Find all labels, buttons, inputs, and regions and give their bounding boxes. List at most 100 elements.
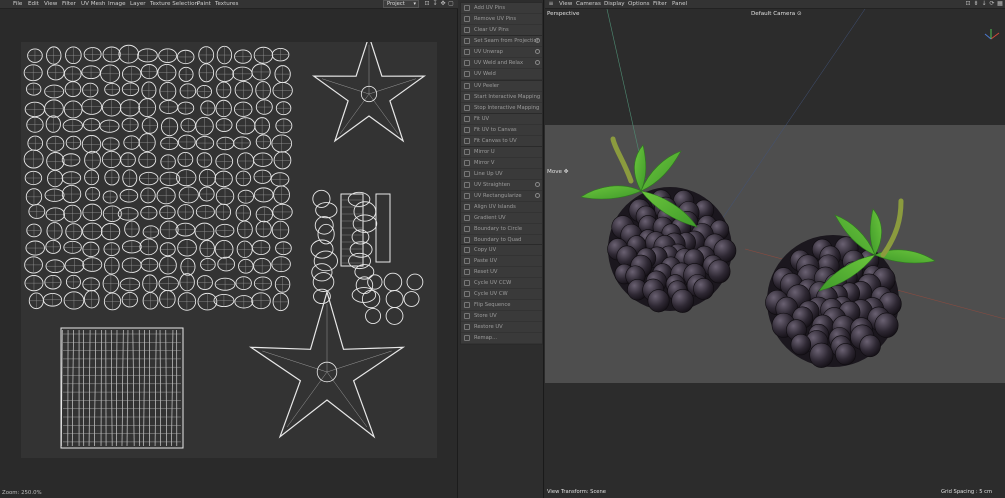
command-icon (464, 94, 470, 100)
gear-icon[interactable] (535, 60, 540, 65)
command-item[interactable]: Start Interactive Mapping (461, 92, 542, 103)
command-icon (464, 335, 470, 341)
gizmo-x-axis (990, 32, 1000, 40)
command-icon (464, 127, 470, 133)
command-icon (464, 226, 470, 232)
uv-canvas[interactable] (21, 42, 437, 458)
uv-island (403, 291, 420, 307)
move-icon[interactable]: ✥ (440, 1, 446, 7)
command-label: Reset UV (474, 269, 498, 275)
command-item[interactable]: Fit UV (461, 114, 542, 125)
command-item[interactable]: Reset UV (461, 267, 542, 278)
project-select[interactable]: Project ▾ (383, 0, 419, 8)
command-item[interactable]: UV Weld and Relax (461, 58, 542, 69)
gear-icon[interactable] (535, 193, 540, 198)
command-icon (464, 38, 470, 44)
command-label: Line Up UV (474, 171, 503, 177)
command-item[interactable]: Remap... (461, 333, 542, 344)
command-item[interactable]: Mirror V (461, 158, 542, 169)
menu-layer[interactable]: Layer (130, 1, 146, 7)
uv-edge (159, 329, 161, 447)
command-item[interactable]: Flip Sequence (461, 300, 542, 311)
command-item[interactable]: Fit UV to Canvas (461, 125, 542, 136)
minimize-icon[interactable]: ⇟ (973, 1, 979, 7)
move-icon: ✥ (563, 169, 569, 175)
command-label: Gradient UV (474, 215, 506, 221)
menu-edit[interactable]: Edit (28, 1, 39, 7)
command-item[interactable]: Line Up UV (461, 169, 542, 180)
command-group: Add UV Pins Remove UV Pins Clear UV Pins (460, 2, 543, 37)
uv-island (312, 189, 331, 208)
sync-icon[interactable]: ⟳ (989, 1, 995, 7)
command-item[interactable]: UV Weld (461, 69, 542, 80)
menu-image[interactable]: Image (108, 1, 126, 7)
command-item[interactable]: UV Rectangularize (461, 191, 542, 202)
download-icon[interactable]: ↧ (432, 1, 438, 7)
command-item[interactable]: Mirror U (461, 147, 542, 158)
command-item[interactable]: UV Straighten (461, 180, 542, 191)
view-menu-icon[interactable]: ≡ (548, 1, 554, 7)
gear-icon[interactable] (535, 182, 540, 187)
command-label: Cycle UV CCW (474, 280, 512, 286)
command-group: Copy UV Paste UV Reset UV Cycle UV CCW Cycle… (460, 244, 543, 345)
uv-edge (126, 329, 129, 447)
grid-icon[interactable]: ▦ (997, 1, 1003, 7)
menu-file[interactable]: File (13, 1, 22, 7)
uv-editor-panel: File Edit View Filter UV Mesh Image Laye… (0, 0, 458, 498)
maximize-icon[interactable]: ⊡ (965, 1, 971, 7)
gear-icon[interactable] (535, 49, 540, 54)
menu-paint[interactable]: Paint (197, 1, 211, 7)
command-item[interactable]: UV Unwrap (461, 47, 542, 58)
menu-vp-filter[interactable]: Filter (653, 1, 667, 7)
command-icon (464, 49, 470, 55)
drupelet (671, 289, 694, 313)
command-item[interactable]: Paste UV (461, 256, 542, 267)
command-label: Remove UV Pins (474, 16, 517, 22)
command-label: Store UV (474, 313, 497, 319)
command-item[interactable]: Store UV (461, 311, 542, 322)
command-item[interactable]: Boundary to Circle (461, 224, 542, 235)
menu-textures[interactable]: Textures (215, 1, 238, 7)
command-label: Boundary to Quad (474, 237, 522, 243)
command-item[interactable]: Remove UV Pins (461, 14, 542, 25)
menu-vp-display[interactable]: Display (604, 1, 625, 7)
command-item[interactable]: UV Peeler (461, 81, 542, 92)
uv-island (361, 289, 381, 309)
command-item[interactable]: Cycle UV CW (461, 289, 542, 300)
menu-vp-options[interactable]: Options (628, 1, 650, 7)
command-icon (464, 83, 470, 89)
command-item[interactable]: Copy UV (461, 245, 542, 256)
menu-filter[interactable]: Filter (62, 1, 76, 7)
menu-vp-cameras[interactable]: Cameras (576, 1, 601, 7)
uv-island (367, 274, 383, 290)
command-label: Remap... (474, 335, 498, 341)
command-label: Set Seam from Projection (474, 38, 540, 44)
perspective-label[interactable]: Perspective (547, 11, 579, 17)
menu-uv-mesh[interactable]: UV Mesh (81, 1, 105, 7)
viewport-canvas[interactable]: Perspective Default Camera ⊙ Move ✥ View… (545, 9, 1005, 498)
command-icon (464, 149, 470, 155)
command-group: UV Peeler Start Interactive Mapping Stop I… (460, 80, 543, 115)
menu-view[interactable]: View (44, 1, 57, 7)
command-item[interactable]: Cycle UV CCW (461, 278, 542, 289)
menu-texture-selection[interactable]: Texture Selection (150, 1, 198, 7)
command-icon (464, 105, 470, 111)
uv-island (315, 202, 338, 219)
command-item[interactable]: Add UV Pins (461, 3, 542, 14)
arrow-down-icon[interactable]: ↓ (981, 1, 987, 7)
camera-label[interactable]: Default Camera ⊙ (751, 11, 802, 17)
command-item[interactable]: Align UV Islands (461, 202, 542, 213)
uv-island (313, 250, 338, 272)
viewport-menubar: ≡ View Cameras Display Options Filter Pa… (545, 0, 1005, 9)
command-icon (464, 5, 470, 11)
command-item[interactable]: Set Seam from Projection (461, 36, 542, 47)
menu-vp-view[interactable]: View (559, 1, 572, 7)
command-item[interactable]: Restore UV (461, 322, 542, 333)
command-label: UV Weld (474, 71, 496, 77)
lock-icon[interactable]: ⊡ (424, 1, 430, 7)
drupelet (835, 343, 856, 366)
gear-icon[interactable] (535, 38, 540, 43)
menu-vp-panel[interactable]: Panel (672, 1, 687, 7)
command-item[interactable]: Gradient UV (461, 213, 542, 224)
frame-icon[interactable]: ▢ (448, 1, 454, 7)
